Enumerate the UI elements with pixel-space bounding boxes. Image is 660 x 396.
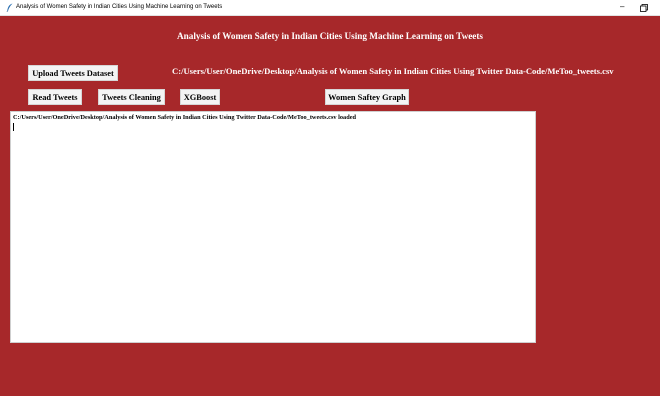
output-text-area[interactable]: C:/Users/User/OneDrive/Desktop/Analysis … [10,111,536,343]
output-line: C:/Users/User/OneDrive/Desktop/Analysis … [13,114,356,121]
upload-dataset-button[interactable]: Upload Tweets Dataset [28,65,118,81]
window-title: Analysis of Women Safety in Indian Citie… [16,4,223,10]
read-tweets-button[interactable]: Read Tweets [28,89,82,105]
page-title: Analysis of Women Safety in Indian Citie… [176,31,484,41]
minimize-icon[interactable]: – [620,2,624,12]
title-bar: Analysis of Women Safety in Indian Citie… [0,0,660,16]
feather-icon [6,3,13,12]
dataset-path-label: C:/Users/User/OneDrive/Desktop/Analysis … [172,66,614,76]
text-caret [13,123,14,131]
restore-icon[interactable] [640,4,648,12]
xgboost-button[interactable]: XGBoost [180,89,220,105]
tweets-cleaning-button[interactable]: Tweets Cleaning [98,89,165,105]
women-safety-graph-button[interactable]: Women Saftey Graph [325,89,409,105]
